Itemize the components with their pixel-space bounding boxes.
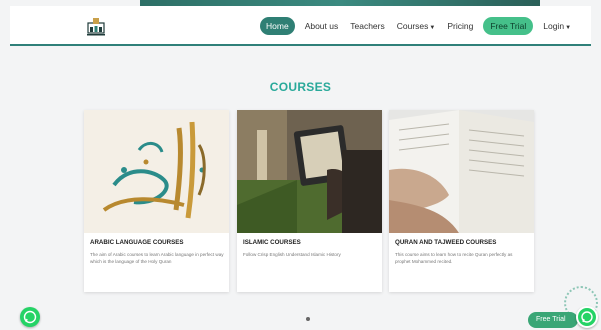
nav-login-dropdown[interactable]: Login▼ [541, 17, 573, 35]
chevron-down-icon: ▼ [429, 25, 436, 31]
whatsapp-icon[interactable] [20, 307, 40, 327]
whatsapp-icon[interactable] [576, 306, 598, 328]
nav-teachers[interactable]: Teachers [348, 17, 387, 35]
nav-pricing[interactable]: Pricing [445, 17, 475, 35]
main-nav: Home About us Teachers Courses▼ Pricing … [260, 16, 573, 36]
nav-login-label: Login [543, 21, 565, 31]
svg-text:·: · [96, 36, 97, 39]
free-trial-button[interactable]: Free Trial [483, 17, 534, 35]
section-title: COURSES [269, 80, 332, 94]
course-description: Follow Crisp English Understand Islamic … [243, 252, 341, 257]
course-title: QURAN AND TAJWEED COURSES [395, 239, 497, 246]
open-book-image [389, 110, 534, 233]
carousel-dot[interactable] [306, 317, 310, 321]
quran-reading-image [237, 110, 382, 233]
floating-free-trial-button[interactable]: Free Trial [528, 312, 578, 328]
academy-logo-icon[interactable]: · [84, 15, 108, 39]
nav-courses-label: Courses [396, 21, 429, 31]
nav-home[interactable]: Home [260, 17, 295, 35]
course-title: ISLAMIC COURSES [243, 239, 301, 246]
course-description: The aim of Arabic courses to learn Arabi… [90, 252, 224, 265]
arabic-calligraphy-image [84, 110, 229, 233]
nav-courses-dropdown[interactable]: Courses▼ [395, 17, 438, 35]
chevron-down-icon: ▼ [565, 25, 572, 31]
navbar: · Home About us Teachers Courses▼ Pricin… [10, 6, 591, 46]
nav-about[interactable]: About us [303, 17, 341, 35]
course-card-islamic[interactable]: ISLAMIC COURSES Follow Crisp English Und… [237, 110, 382, 292]
course-description: This course aims to learn how to recite … [395, 252, 513, 265]
course-title: ARABIC LANGUAGE COURSES [90, 239, 184, 246]
course-card-quran-tajweed[interactable]: QURAN AND TAJWEED COURSES This course ai… [389, 110, 534, 292]
course-card-arabic[interactable]: ARABIC LANGUAGE COURSES The aim of Arabi… [84, 110, 229, 292]
